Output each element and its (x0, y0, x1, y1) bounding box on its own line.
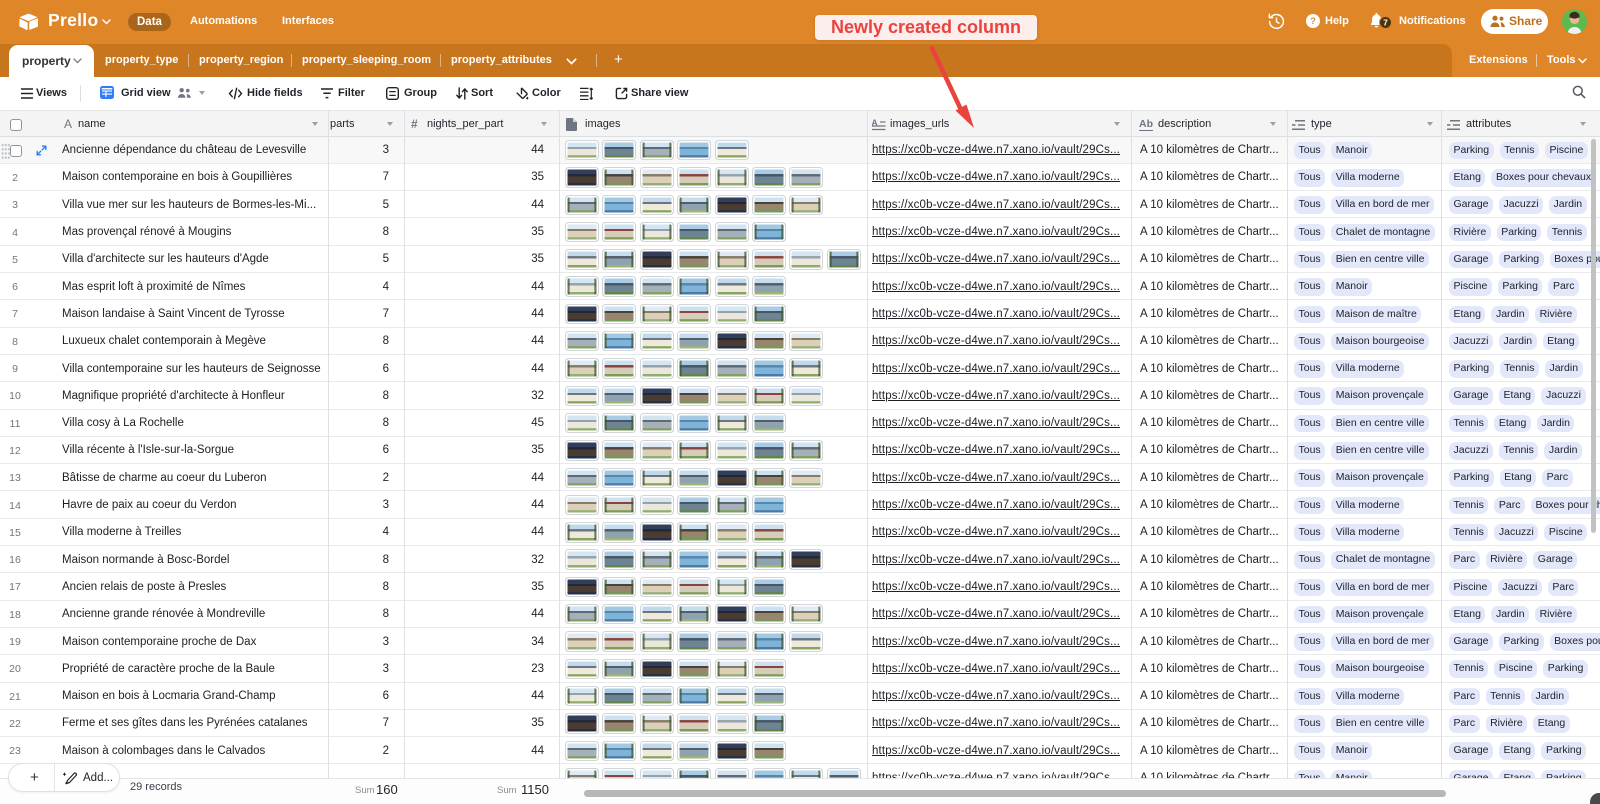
svg-text:?: ? (1310, 16, 1316, 26)
svg-text:7: 7 (1383, 18, 1388, 28)
